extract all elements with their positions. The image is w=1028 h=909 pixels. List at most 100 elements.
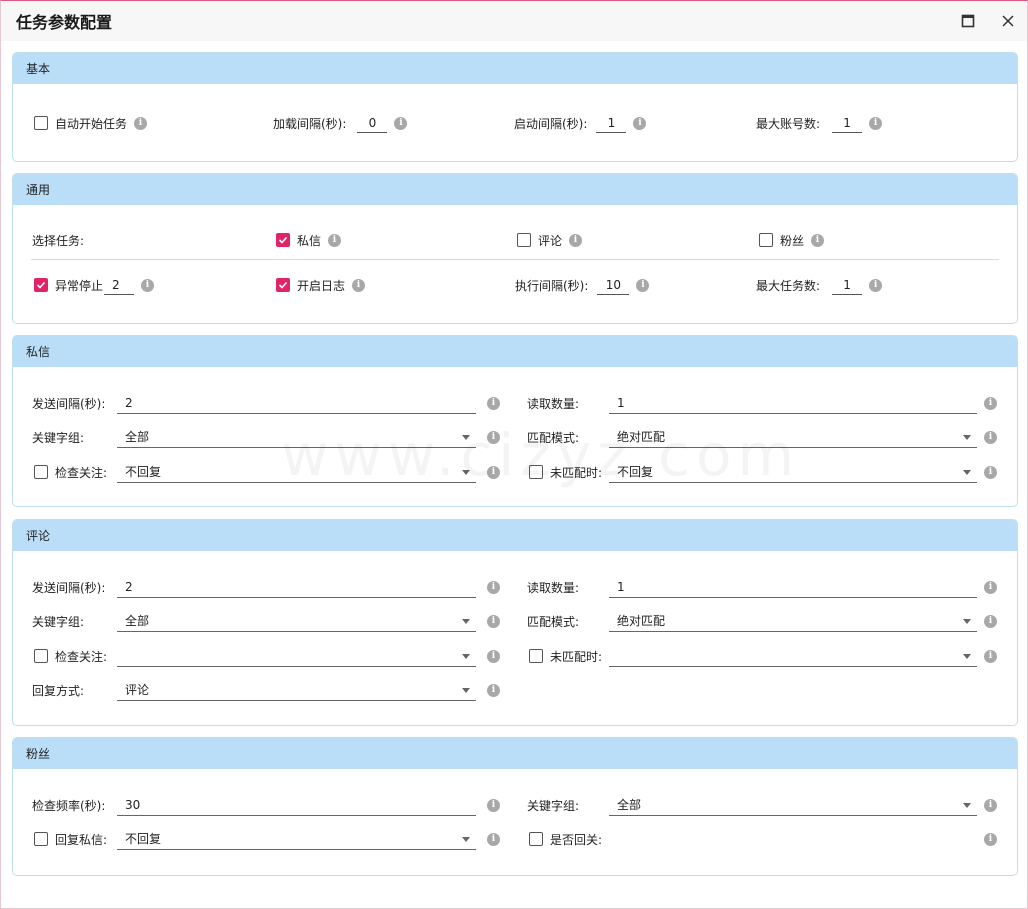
section-header-fans: 粉丝 [13,738,1017,769]
divider [31,259,999,260]
info-icon[interactable] [984,431,997,444]
maximize-icon [961,14,975,28]
info-icon[interactable] [487,684,500,697]
close-icon [1002,15,1014,27]
comment-checkbox[interactable] [517,233,531,247]
info-icon[interactable] [569,233,583,247]
fans-reply-pm-value: 不回复 [125,832,162,846]
info-icon[interactable] [134,116,148,130]
info-icon[interactable] [487,650,500,663]
info-icon[interactable] [984,466,997,479]
task-fans: 粉丝 [759,229,825,251]
auto-start-label: 自动开始任务 [55,116,128,131]
pm-match-mode-select[interactable]: 绝对匹配 [609,426,977,448]
info-icon[interactable] [984,799,997,812]
cm-no-match-label: 未匹配时: [550,649,603,664]
cm-match-mode-row: 匹配模式: [527,610,579,632]
window-title: 任务参数配置 [16,13,113,32]
pm-no-match-select[interactable]: 不回复 [609,461,977,483]
info-icon[interactable] [352,278,366,292]
pm-match-mode-value: 绝对匹配 [617,430,666,444]
fans-reply-pm-checkbox[interactable] [34,832,48,846]
pm-send-interval-input[interactable]: 2 [117,392,476,414]
info-icon[interactable] [394,116,408,130]
pm-check-follow-value: 不回复 [125,465,162,479]
fans-keyword-select[interactable]: 全部 [609,794,977,816]
max-tasks: 最大任务数: 1 [756,274,883,296]
fans-checkbox[interactable] [759,233,773,247]
cm-check-follow-checkbox[interactable] [34,649,48,663]
cm-reply-method-value: 评论 [125,683,150,697]
cm-check-follow-select[interactable] [117,645,476,667]
close-button[interactable] [998,11,1018,31]
enable-log-checkbox[interactable] [276,278,290,292]
auto-start-checkbox[interactable] [34,116,48,130]
cm-reply-method-row: 回复方式: [32,679,84,701]
cm-match-mode-select[interactable]: 绝对匹配 [609,610,977,632]
cm-keyword-select[interactable]: 全部 [117,610,476,632]
pm-label: 私信 [297,233,322,248]
fans-follow-back-row: 是否回关: [529,828,602,850]
section-general: 通用 选择任务: 私信 评论 粉丝 异常停止 2 [12,173,1018,324]
fans-check-freq-row: 检查频率(秒): [32,794,105,816]
enable-log: 开启日志 [276,274,366,296]
info-icon[interactable] [984,581,997,594]
cm-no-match-checkbox[interactable] [529,649,543,663]
cm-send-interval-input[interactable]: 2 [117,576,476,598]
info-icon[interactable] [487,799,500,812]
section-header-comment: 评论 [13,520,1017,551]
abnormal-stop-checkbox[interactable] [34,278,48,292]
info-icon[interactable] [487,397,500,410]
maximize-button[interactable] [958,11,978,31]
info-icon[interactable] [487,581,500,594]
select-task-label: 选择任务: [32,233,85,248]
cm-read-count-input[interactable]: 1 [609,576,977,598]
info-icon[interactable] [487,466,500,479]
info-icon[interactable] [633,116,647,130]
max-accounts-input[interactable]: 1 [832,113,863,133]
cm-check-follow-label: 检查关注: [55,649,108,664]
info-icon[interactable] [869,116,883,130]
select-task: 选择任务: [32,229,84,251]
config-window: 任务参数配置 基本 自动开始任务 加载间隔(秒): 0 启 [0,0,1028,909]
fans-follow-back-checkbox[interactable] [529,832,543,846]
pm-check-follow-label: 检查关注: [55,465,108,480]
abnormal-stop-input[interactable]: 2 [104,275,135,295]
load-interval-input[interactable]: 0 [357,113,388,133]
exec-interval: 执行间隔(秒): 10 [515,274,650,296]
section-comment: 评论 发送间隔(秒): 2 读取数量: 1 关键字组: 全部 匹配模式: 绝对匹… [12,519,1018,726]
chevron-down-icon [963,619,971,624]
cm-reply-method-select[interactable]: 评论 [117,679,476,701]
max-tasks-input[interactable]: 1 [832,275,863,295]
section-private-message: 私信 发送间隔(秒): 2 读取数量: 1 关键字组: 全部 匹配模式: 绝对匹… [12,335,1018,507]
pm-check-follow-checkbox[interactable] [34,465,48,479]
start-interval-input[interactable]: 1 [596,113,627,133]
fans-reply-pm-select[interactable]: 不回复 [117,828,476,850]
info-icon[interactable] [869,278,883,292]
info-icon[interactable] [328,233,342,247]
pm-checkbox[interactable] [276,233,290,247]
info-icon[interactable] [984,833,997,846]
info-icon[interactable] [811,233,825,247]
info-icon[interactable] [141,278,155,292]
pm-read-count-input[interactable]: 1 [609,392,977,414]
info-icon[interactable] [487,615,500,628]
chevron-down-icon [462,619,470,624]
cm-no-match-select[interactable] [609,645,977,667]
info-icon[interactable] [487,431,500,444]
info-icon[interactable] [636,278,650,292]
info-icon[interactable] [984,397,997,410]
fans-check-freq-input[interactable]: 30 [117,794,476,816]
pm-no-match-checkbox[interactable] [529,465,543,479]
fans-label: 粉丝 [780,233,805,248]
fans-reply-pm-label: 回复私信: [55,832,108,847]
pm-check-follow-select[interactable]: 不回复 [117,461,476,483]
info-icon[interactable] [487,833,500,846]
task-comment: 评论 [517,229,583,251]
exec-interval-input[interactable]: 10 [597,275,630,295]
check-icon [36,281,46,289]
info-icon[interactable] [984,650,997,663]
max-accounts: 最大账号数: 1 [756,112,883,134]
info-icon[interactable] [984,615,997,628]
pm-keyword-select[interactable]: 全部 [117,426,476,448]
